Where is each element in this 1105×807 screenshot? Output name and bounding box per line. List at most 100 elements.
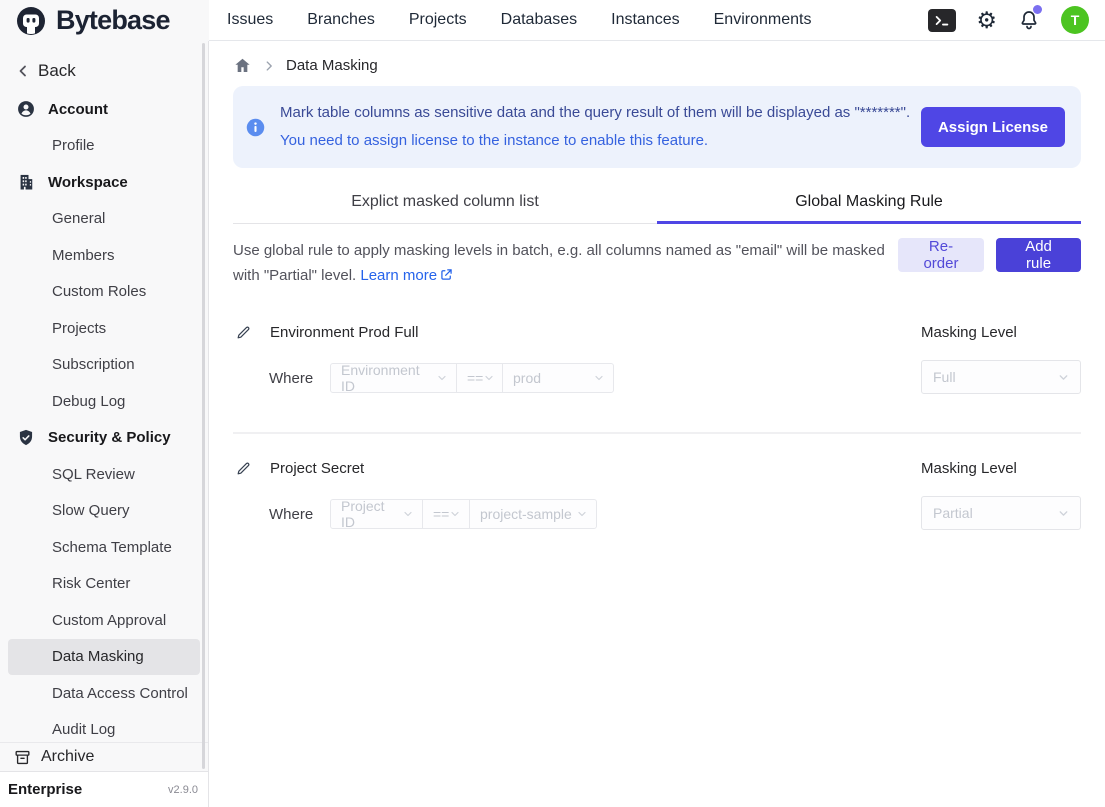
- nav-issues[interactable]: Issues: [227, 11, 273, 29]
- chevron-down-icon: [449, 508, 461, 520]
- main-content: Data Masking Mark table columns as sensi…: [209, 41, 1105, 807]
- condition-value-select[interactable]: prod: [502, 363, 614, 393]
- sidebar-footer: Enterprise v2.9.0: [0, 771, 208, 807]
- sidebar-item-members[interactable]: Members: [8, 237, 200, 274]
- sidebar-item-custom-roles[interactable]: Custom Roles: [8, 274, 200, 311]
- chevron-down-icon: [593, 372, 605, 384]
- sql-editor-icon[interactable]: [928, 9, 956, 32]
- sidebar-section-security: Security & Policy: [0, 420, 208, 457]
- license-banner: Mark table columns as sensitive data and…: [233, 86, 1081, 168]
- external-link-icon: [439, 267, 454, 282]
- tab-explicit-masked-column-list[interactable]: Explict masked column list: [233, 182, 657, 223]
- chevron-left-icon: [14, 62, 32, 80]
- edit-pencil-icon[interactable]: [235, 460, 252, 477]
- plan-badge: Enterprise: [8, 781, 82, 798]
- building-icon: [16, 172, 36, 192]
- masking-level-label: Masking Level: [921, 324, 1081, 341]
- chevron-down-icon: [436, 372, 448, 384]
- where-label: Where: [269, 506, 330, 523]
- section-label-account: Account: [48, 101, 108, 118]
- app-window: Bytebase Issues Branches Projects Databa…: [0, 0, 1105, 807]
- archive-button[interactable]: Archive: [0, 742, 208, 771]
- top-nav: Issues Branches Projects Databases Insta…: [227, 11, 811, 29]
- condition-operator-select[interactable]: ==: [422, 499, 470, 529]
- sidebar-item-data-masking[interactable]: Data Masking: [8, 639, 200, 676]
- assign-license-button[interactable]: Assign License: [921, 107, 1065, 147]
- nav-environments[interactable]: Environments: [714, 11, 812, 29]
- rule-right: Masking Level Partial: [921, 460, 1081, 530]
- nav-instances[interactable]: Instances: [611, 11, 679, 29]
- tab-global-masking-rule[interactable]: Global Masking Rule: [657, 182, 1081, 224]
- chevron-down-icon: [1057, 371, 1070, 384]
- sidebar-item-audit-log[interactable]: Audit Log: [8, 712, 200, 743]
- sidebar-item-debug-log[interactable]: Debug Log: [8, 383, 200, 420]
- masking-rule-card: Project Secret Where Project ID ==: [233, 460, 1081, 530]
- sidebar-item-slow-query[interactable]: Slow Query: [8, 493, 200, 530]
- sidebar-item-profile[interactable]: Profile: [8, 128, 200, 165]
- settings-gear-icon[interactable]: ⚙: [976, 9, 997, 32]
- rules-header: Use global rule to apply masking levels …: [233, 238, 1081, 288]
- version-label: v2.9.0: [168, 784, 198, 796]
- back-label: Back: [38, 61, 76, 81]
- sidebar-item-general[interactable]: General: [8, 201, 200, 238]
- reorder-button[interactable]: Re-order: [898, 238, 984, 272]
- back-button[interactable]: Back: [0, 51, 208, 91]
- brand-logo[interactable]: Bytebase: [0, 0, 209, 41]
- condition-group: Project ID == project-sample: [330, 499, 597, 529]
- shield-icon: [16, 428, 36, 448]
- rule-condition: Where Project ID == project-sa: [233, 499, 921, 529]
- sidebar-section-workspace: Workspace: [0, 164, 208, 201]
- sidebar-item-subscription[interactable]: Subscription: [8, 347, 200, 384]
- masking-level-select[interactable]: Partial: [921, 496, 1081, 530]
- learn-more-link[interactable]: Learn more: [360, 267, 454, 284]
- chevron-down-icon: [402, 508, 414, 520]
- sidebar-item-sql-review[interactable]: SQL Review: [8, 456, 200, 493]
- nav-branches[interactable]: Branches: [307, 11, 375, 29]
- nav-projects[interactable]: Projects: [409, 11, 467, 29]
- add-rule-button[interactable]: Add rule: [996, 238, 1081, 272]
- sidebar-item-data-access-control[interactable]: Data Access Control: [8, 675, 200, 712]
- rule-condition: Where Environment ID == prod: [233, 363, 921, 393]
- masking-rule-card: Environment Prod Full Where Environment …: [233, 324, 1081, 394]
- banner-text: Mark table columns as sensitive data and…: [280, 99, 910, 155]
- notifications-bell-icon[interactable]: [1017, 8, 1041, 32]
- sidebar-scrollbar[interactable]: [202, 43, 205, 769]
- user-icon: [16, 99, 36, 119]
- sidebar-item-schema-template[interactable]: Schema Template: [8, 529, 200, 566]
- condition-group: Environment ID == prod: [330, 363, 614, 393]
- rule-left: Environment Prod Full Where Environment …: [233, 324, 921, 394]
- sidebar-nav: Back Account Profile: [0, 41, 208, 742]
- sidebar-item-projects[interactable]: Projects: [8, 310, 200, 347]
- masking-level-select[interactable]: Full: [921, 360, 1081, 394]
- rule-title: Project Secret: [270, 460, 364, 477]
- chevron-down-icon: [483, 372, 495, 384]
- where-label: Where: [269, 370, 330, 387]
- rule-title: Environment Prod Full: [270, 324, 418, 341]
- masking-level-label: Masking Level: [921, 460, 1081, 477]
- rules-actions: Re-order Add rule: [898, 238, 1081, 272]
- nav-databases[interactable]: Databases: [501, 11, 578, 29]
- top-header: Bytebase Issues Branches Projects Databa…: [0, 0, 1105, 41]
- archive-label: Archive: [41, 748, 94, 766]
- condition-field-select[interactable]: Project ID: [330, 499, 423, 529]
- sidebar-item-risk-center[interactable]: Risk Center: [8, 566, 200, 603]
- bytebase-logo-icon: [14, 4, 48, 38]
- chevron-right-icon: [262, 59, 276, 73]
- rule-right: Masking Level Full: [921, 324, 1081, 394]
- header-bar: Issues Branches Projects Databases Insta…: [209, 0, 1105, 41]
- sidebar-section-account: Account: [0, 91, 208, 128]
- settings-sidebar: Back Account Profile: [0, 41, 209, 807]
- condition-operator-select[interactable]: ==: [456, 363, 503, 393]
- masking-tabs: Explict masked column list Global Maskin…: [233, 182, 1081, 224]
- breadcrumb: Data Masking: [233, 56, 1081, 75]
- user-avatar[interactable]: T: [1061, 6, 1089, 34]
- home-icon[interactable]: [233, 56, 252, 75]
- edit-pencil-icon[interactable]: [235, 324, 252, 341]
- notification-dot: [1033, 5, 1042, 14]
- breadcrumb-current[interactable]: Data Masking: [286, 57, 378, 74]
- rule-divider: [233, 432, 1081, 434]
- banner-line2[interactable]: You need to assign license to the instan…: [280, 127, 910, 155]
- sidebar-item-custom-approval[interactable]: Custom Approval: [8, 602, 200, 639]
- condition-field-select[interactable]: Environment ID: [330, 363, 457, 393]
- condition-value-select[interactable]: project-sample: [469, 499, 597, 529]
